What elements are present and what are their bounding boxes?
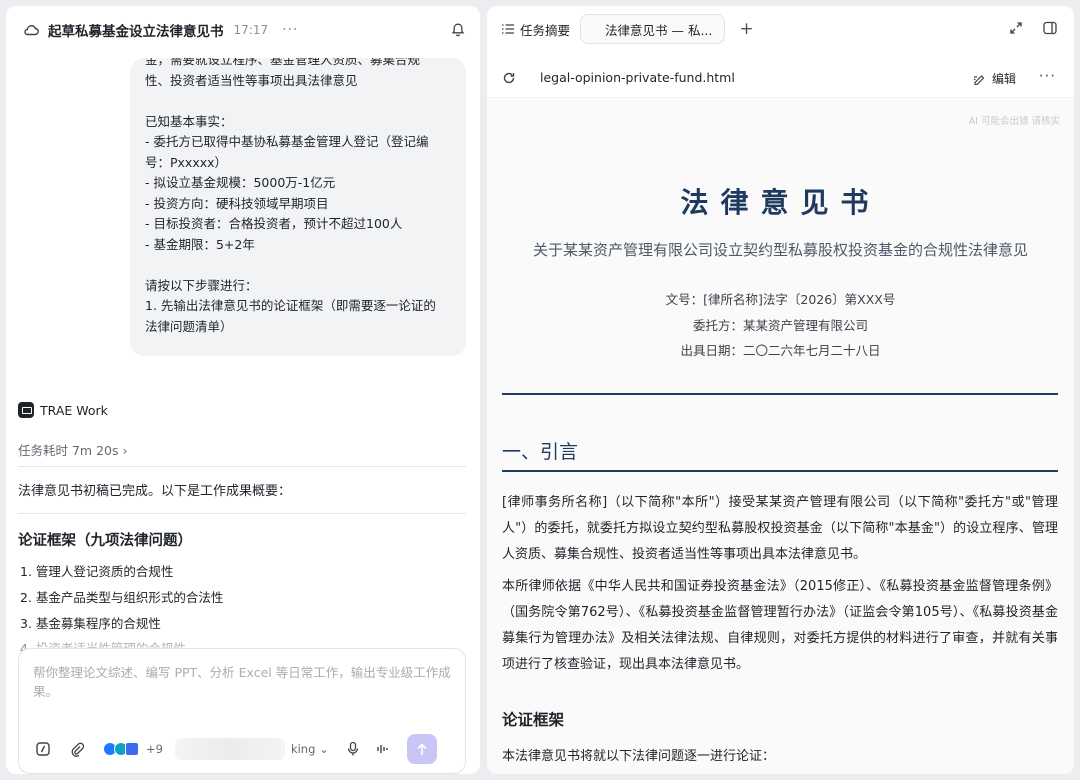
paragraph: 本法律意见书将就以下法律问题逐一进行论证： — [502, 749, 776, 764]
client-name: 委托方：某某资产管理有限公司 — [692, 317, 868, 333]
slash-command-icon[interactable] — [33, 739, 53, 759]
framework-list: 1. 管理人登记资质的合规性 2. 基金产品类型与组织形式的合法性 3. 基金募… — [20, 559, 223, 651]
edit-label: 编辑 — [991, 72, 1016, 86]
microphone-icon[interactable] — [343, 739, 363, 759]
cloud-icon — [24, 25, 39, 36]
send-button[interactable] — [406, 734, 437, 764]
chat-title: 起草私募基金设立法律意见书 — [48, 24, 224, 40]
bell-icon[interactable] — [450, 22, 466, 38]
connectors-icon[interactable] — [103, 742, 139, 756]
edit-icon — [973, 74, 985, 85]
list-item: 2. 基金产品类型与组织形式的合法性 — [20, 589, 224, 605]
composer-toolbar: +9 king ⌄ — [33, 734, 455, 764]
tab-legal-opinion[interactable]: 法律意见书 — 私... — [580, 14, 726, 128]
url-bar: legal-opinion-private-fund.html 编辑 ··· — [487, 58, 1074, 98]
document-body: AI 可能会出错 请核实 法律意见书 关于某某资产管理有限公司设立契约型私募股权… — [487, 99, 1074, 774]
tab-label: 法律意见书 — 私... — [605, 22, 713, 38]
tab-label: 任务摘要 — [520, 22, 571, 38]
tab-task-summary[interactable]: 任务摘要 — [501, 20, 570, 39]
model-label: king — [290, 742, 316, 756]
model-selector[interactable]: king ⌄ — [291, 742, 329, 756]
divider — [18, 466, 466, 467]
divider — [18, 513, 466, 514]
split-panel-icon[interactable] — [1042, 20, 1060, 38]
agent-logo-icon — [18, 402, 34, 418]
document-subtitle: 关于某某资产管理有限公司设立契约型私募股权投资基金的合规性法律意见 — [532, 241, 1028, 259]
voice-wave-icon[interactable] — [373, 739, 393, 759]
expand-icon[interactable] — [1008, 20, 1026, 38]
agent-name: TRAE Work — [40, 402, 108, 418]
document-viewer: 任务摘要 法律意见书 — 私... + legal-opinion-privat… — [487, 6, 1074, 774]
refresh-icon[interactable] — [502, 71, 516, 85]
viewer-tabs: 任务摘要 法律意见书 — 私... + — [487, 6, 1074, 128]
paragraph: [律师事务所名称]（以下简称"本所"）接受某某资产管理有限公司（以下简称"委托方… — [502, 495, 1058, 562]
chat-time: 17:17 — [233, 23, 269, 37]
attach-icon[interactable] — [67, 739, 87, 759]
edit-button[interactable]: 编辑 — [973, 70, 1016, 87]
completion-text: 法律意见书初稿已完成。以下是工作成果概要： — [18, 484, 292, 499]
more-connectors-count[interactable]: +9 — [146, 742, 163, 756]
task-duration-toggle[interactable]: 任务耗时 7m 20s › — [18, 440, 127, 459]
message-input[interactable]: 帮你整理论文综述、编写 PPT、分析 Excel 等日常工作，输出专业级工作成果… — [33, 663, 451, 701]
chat-header: 起草私募基金设立法律意见书 17:17 ··· — [6, 6, 480, 54]
issue-date: 出具日期：二〇二六年七月二十八日 — [680, 343, 881, 358]
doc-number: 文号：[律所名称]法字〔2026〕第XXX号 — [665, 292, 896, 307]
task-duration-text: 任务耗时 7m 20s — [18, 443, 119, 458]
list-icon — [502, 24, 514, 34]
document-meta: 文号：[律所名称]法字〔2026〕第XXX号 委托方：某某资产管理有限公司 出具… — [487, 287, 1074, 364]
divider — [502, 470, 1058, 472]
chat-panel: 起草私募基金设立法律意见书 17:17 ··· 金，需要就设立程序、基金管理人资… — [6, 6, 480, 774]
framework-subheading: 论证框架 — [502, 711, 565, 729]
redacted-area — [174, 738, 285, 760]
ai-notice: AI 可能会出错 请核实 — [968, 116, 1060, 127]
composer[interactable]: 帮你整理论文综述、编写 PPT、分析 Excel 等日常工作，输出专业级工作成果… — [18, 648, 466, 774]
paragraph: 本所律师依据《中华人民共和国证券投资基金法》（2015修正）、《私募投资基金监督… — [502, 579, 1058, 672]
chevron-down-icon: ⌄ — [319, 742, 329, 756]
chevron-right-icon: › — [122, 443, 128, 458]
viewer-window-tools — [992, 20, 1060, 38]
user-message-bubble: 金，需要就设立程序、基金管理人资质、募集合规 性、投资者适当性等事项出具法律意见… — [130, 58, 466, 356]
url-text: legal-opinion-private-fund.html — [540, 70, 735, 85]
list-item: 3. 基金募集程序的合规性 — [20, 615, 161, 631]
viewer-more-button[interactable]: ··· — [1039, 67, 1056, 85]
list-item: 1. 管理人登记资质的合规性 — [20, 564, 174, 579]
user-message-text: 金，需要就设立程序、基金管理人资质、募集合规 性、投资者适当性等事项出具法律意见… — [145, 58, 436, 334]
divider — [502, 393, 1058, 395]
agent-header: TRAE Work — [18, 402, 108, 418]
document-title: 法律意见书 — [680, 186, 881, 219]
add-tab-button[interactable]: + — [739, 19, 753, 39]
more-options-button[interactable]: ··· — [282, 22, 298, 38]
section-heading: 一、引言 — [502, 441, 579, 463]
framework-heading: 论证框架（九项法律问题） — [18, 533, 192, 549]
